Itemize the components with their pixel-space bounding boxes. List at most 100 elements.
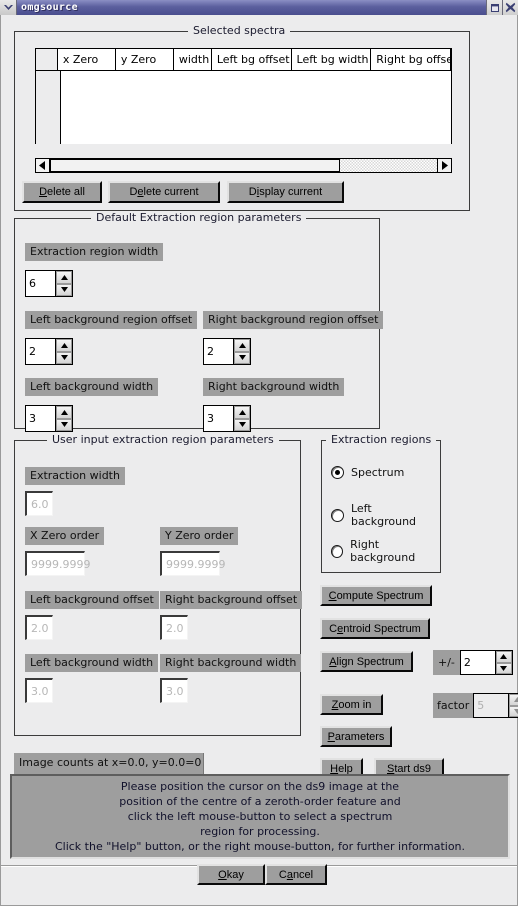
radio-spectrum-indicator[interactable]	[331, 466, 344, 479]
parameters-label-rest: arameters	[334, 730, 385, 743]
extraction-region-width-spinner[interactable]: 6	[25, 270, 73, 297]
plus-minus-label: +/-	[433, 650, 460, 675]
align-spectrum-button[interactable]: Align Spectrum	[320, 651, 413, 672]
extraction-region-width-value[interactable]: 6	[26, 271, 56, 296]
window-menu-button[interactable]	[0, 0, 17, 15]
zoom-in-button[interactable]: Zoom in	[320, 694, 383, 715]
extraction-width-label: Extraction width	[25, 467, 125, 485]
spin-up-icon[interactable]	[234, 406, 250, 419]
table-header-x-zero[interactable]: x Zero	[57, 49, 116, 71]
y-zero-order-field: 9999.9999	[160, 551, 226, 576]
x-zero-order-label: X Zero order	[25, 527, 105, 545]
right-background-region-offset-label: Right background region offset	[203, 311, 384, 329]
okay-button[interactable]: Okay	[197, 864, 265, 885]
display-current-button[interactable]: Display current	[227, 181, 344, 203]
instruction-line-2: position of the centre of a zeroth-order…	[119, 795, 401, 808]
maximize-button[interactable]	[486, 0, 502, 15]
spin-down-icon	[509, 705, 518, 717]
right-background-region-offset-spinner[interactable]: 2	[203, 338, 251, 365]
window-titlebar: omgsource	[0, 0, 518, 15]
left-background-width-user-field: 3.0	[25, 678, 53, 703]
cancel-label-rest: ncel	[292, 868, 314, 881]
centroid-spectrum-button[interactable]: Centroid Spectrum	[320, 618, 430, 639]
close-button[interactable]	[502, 0, 518, 15]
plus-minus-spinner[interactable]: 2	[459, 650, 513, 675]
spin-down-icon[interactable]	[234, 418, 250, 431]
window-controls	[486, 0, 518, 15]
delete-all-button[interactable]: Delete all	[22, 181, 102, 203]
spin-down-icon[interactable]	[234, 351, 250, 364]
scrollbar-thumb[interactable]	[50, 159, 341, 172]
selected-spectra-group: Selected spectra x Zero y Zero width Lef…	[14, 24, 470, 211]
radio-right-background[interactable]: Right background	[331, 538, 440, 564]
radio-selected-dot	[335, 470, 340, 475]
extraction-regions-legend: Extraction regions	[326, 433, 437, 446]
spin-down-icon[interactable]	[56, 418, 72, 431]
right-bg-offset-arrows[interactable]	[233, 339, 250, 364]
radio-left-background-label: Left background	[350, 502, 417, 528]
spin-up-icon[interactable]	[495, 651, 512, 663]
right-background-width-value[interactable]: 3	[204, 406, 234, 431]
left-background-width-value[interactable]: 3	[26, 406, 56, 431]
radio-spectrum-label: Spectrum	[351, 466, 405, 479]
left-bg-offset-arrows[interactable]	[55, 339, 72, 364]
radio-left-background-indicator[interactable]	[331, 508, 344, 522]
radio-left-background[interactable]: Left background	[331, 502, 440, 528]
radio-right-background-indicator[interactable]	[331, 544, 344, 558]
spin-up-icon[interactable]	[234, 339, 250, 352]
table-header-left-bg-width[interactable]: Left bg width	[291, 49, 372, 71]
left-background-region-offset-spinner[interactable]: 2	[25, 338, 73, 365]
selected-spectra-table[interactable]: x Zero y Zero width Left bg offset Left …	[35, 48, 452, 144]
right-background-offset-field: 2.0	[160, 615, 188, 640]
right-bg-width-arrows[interactable]	[233, 406, 250, 431]
spin-up-icon[interactable]	[56, 271, 72, 284]
radio-spectrum[interactable]: Spectrum	[331, 466, 404, 479]
compute-spectrum-button[interactable]: Compute Spectrum	[320, 585, 432, 606]
left-background-region-offset-label: Left background region offset	[25, 311, 198, 329]
delete-current-button[interactable]: Delete current	[108, 181, 220, 203]
table-header-right-bg-offset[interactable]: Right bg offset	[371, 49, 452, 71]
cancel-button[interactable]: Cancel	[265, 864, 327, 885]
table-header-y-zero[interactable]: y Zero	[115, 49, 174, 71]
instruction-line-1: Please position the cursor on the ds9 im…	[120, 780, 400, 793]
extraction-region-width-arrows[interactable]	[55, 271, 72, 296]
zoom-in-label-rest: oom in	[338, 698, 372, 711]
table-header-left-bg-offset[interactable]: Left bg offset	[211, 49, 292, 71]
main-window: Selected spectra x Zero y Zero width Lef…	[0, 15, 518, 906]
left-bg-width-arrows[interactable]	[55, 406, 72, 431]
x-zero-order-field: 9999.9999	[25, 551, 91, 576]
scroll-left-arrow-icon[interactable]	[36, 159, 50, 172]
scroll-right-arrow-icon[interactable]	[437, 159, 451, 172]
parameters-button[interactable]: Parameters	[320, 726, 392, 747]
spin-up-icon	[509, 694, 518, 706]
right-background-width-label: Right background width	[203, 378, 345, 396]
table-horizontal-scrollbar[interactable]	[35, 158, 452, 173]
table-header-width[interactable]: width	[173, 49, 212, 71]
spin-down-icon[interactable]	[495, 662, 512, 674]
right-background-offset-label: Right background offset	[160, 591, 303, 609]
left-background-offset-field: 2.0	[25, 615, 53, 640]
extraction-region-width-label: Extraction region width	[25, 243, 164, 261]
instruction-line-3: click the left mouse-button to select a …	[127, 810, 393, 823]
right-background-width-spinner[interactable]: 3	[203, 405, 251, 432]
left-background-region-offset-value[interactable]: 2	[26, 339, 56, 364]
spin-down-icon[interactable]	[56, 351, 72, 364]
plus-minus-value[interactable]: 2	[460, 651, 495, 674]
table-row-header-column	[36, 71, 61, 144]
table-body[interactable]	[36, 71, 451, 144]
instruction-line-5: Click the "Help" button, or the right mo…	[54, 840, 466, 853]
left-background-width-spinner[interactable]: 3	[25, 405, 73, 432]
plus-minus-arrows[interactable]	[494, 651, 512, 674]
extraction-width-field: 6.0	[25, 491, 53, 516]
align-spectrum-label-rest: lign Spectrum	[336, 655, 404, 668]
spin-up-icon[interactable]	[56, 406, 72, 419]
right-background-region-offset-value[interactable]: 2	[204, 339, 234, 364]
factor-label: factor	[433, 693, 474, 718]
factor-arrows	[508, 694, 518, 717]
scrollbar-track[interactable]	[50, 159, 437, 172]
spin-down-icon[interactable]	[56, 283, 72, 296]
selected-spectra-legend: Selected spectra	[188, 24, 291, 37]
left-background-width-user-label: Left background width	[25, 654, 159, 672]
delete-current-label-rest: lete current	[143, 186, 199, 198]
spin-up-icon[interactable]	[56, 339, 72, 352]
